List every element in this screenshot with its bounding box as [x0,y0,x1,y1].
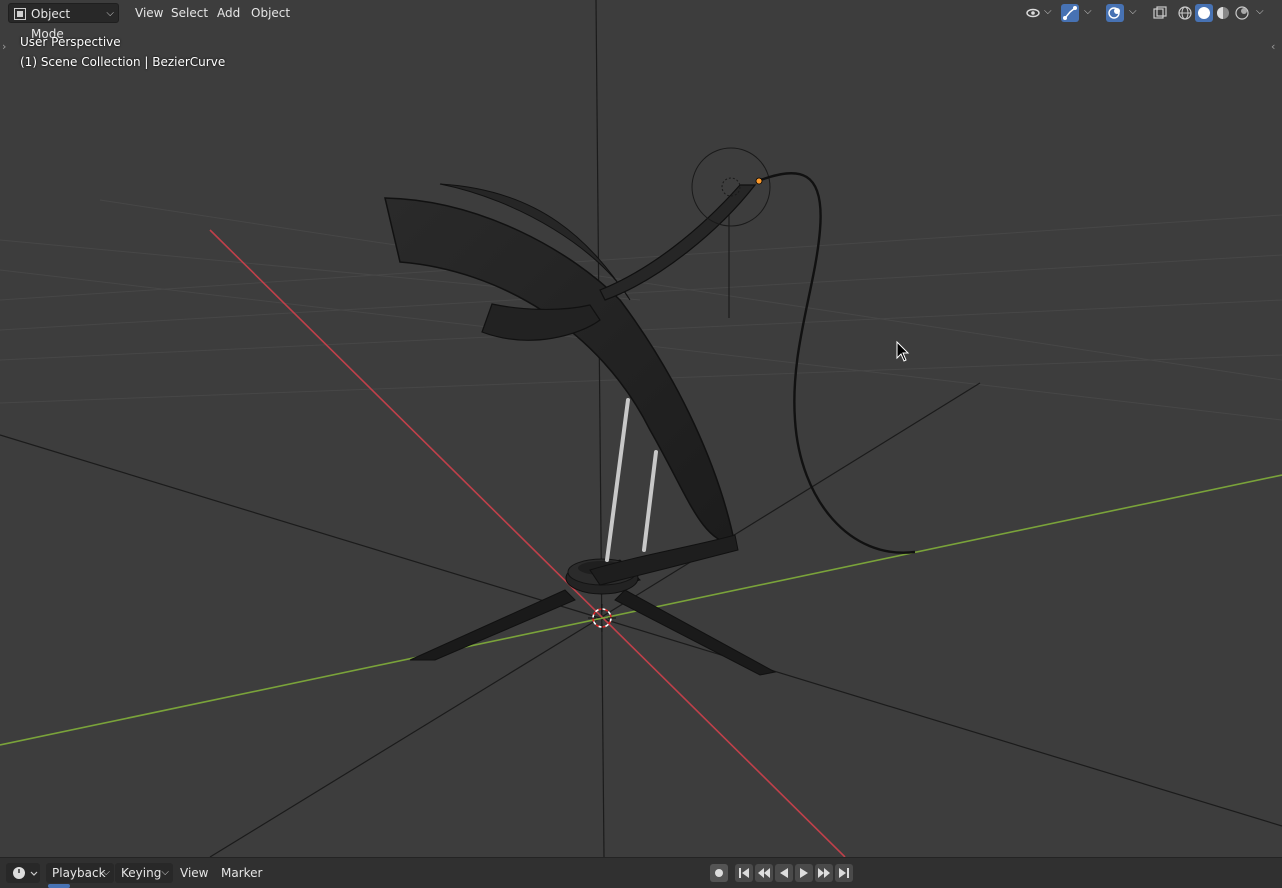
play-icon [800,868,808,878]
rendered-shading-icon[interactable] [1233,4,1251,22]
timeline-header: Playback ⌵ Keying ⌵ View Marker [0,857,1282,888]
overlay-icon[interactable] [1106,4,1124,22]
timeline-menu-view[interactable]: View [174,863,214,883]
keying-label: Keying [121,866,162,880]
jump-start-button[interactable] [735,864,753,882]
viewport-header: Object Mode ⌵ View Select Add Object ⌵ ⌵… [0,0,1282,41]
selected-origin-point[interactable] [755,177,763,185]
timeline-menu-marker[interactable]: Marker [215,863,268,883]
clock-icon [13,867,38,879]
menu-add[interactable]: Add [211,3,246,23]
jump-start-icon [739,868,749,878]
chevron-down-icon[interactable]: ⌵ [1084,6,1092,17]
editor-type-dropdown[interactable] [6,863,40,883]
view-name-label: User Perspective [20,35,121,49]
visibility-eye-icon[interactable] [1025,4,1043,22]
playback-label: Playback [52,866,106,880]
scene-render[interactable] [0,0,1282,857]
play-reverse-button[interactable] [775,864,793,882]
toolbar-expand-arrow-icon[interactable]: › [2,40,6,53]
material-shading-icon[interactable] [1214,4,1232,22]
perspective-lines [0,0,1282,857]
chevron-down-icon[interactable]: ⌵ [1256,6,1264,17]
playback-dropdown[interactable]: Playback ⌵ [46,863,114,883]
chevron-down-icon: ⌵ [161,867,169,878]
play-reverse-icon [780,868,788,878]
record-button[interactable] [710,864,728,882]
3d-viewport[interactable]: Object Mode ⌵ View Select Add Object ⌵ ⌵… [0,0,1282,857]
collection-info-label: (1) Scene Collection | BezierCurve [20,55,226,69]
chevron-down-icon: ⌵ [106,8,114,19]
area-scroll-tab[interactable] [48,884,70,888]
gizmo-icon[interactable] [1061,4,1079,22]
chevron-down-icon: ⌵ [102,867,110,878]
object-mode-icon [14,8,26,20]
light-gizmo[interactable] [691,147,771,227]
keying-dropdown[interactable]: Keying ⌵ [115,863,173,883]
menu-view[interactable]: View [129,3,169,23]
jump-end-button[interactable] [835,864,853,882]
wireframe-shading-icon[interactable] [1176,4,1194,22]
play-button[interactable] [795,864,813,882]
lamp-neck [599,184,757,301]
sidebar-expand-arrow-icon[interactable]: ‹ [1271,40,1275,53]
chevron-down-icon[interactable]: ⌵ [1044,6,1052,17]
xray-icon[interactable] [1151,4,1169,22]
prev-keyframe-icon [758,868,770,878]
mode-dropdown[interactable]: Object Mode ⌵ [8,3,119,41]
next-keyframe-button[interactable] [815,864,833,882]
next-keyframe-icon [818,868,830,878]
jump-end-icon [839,868,849,878]
menu-object[interactable]: Object [245,3,296,23]
record-icon [715,869,723,877]
prev-keyframe-button[interactable] [755,864,773,882]
menu-select[interactable]: Select [165,3,214,23]
chevron-down-icon[interactable]: ⌵ [1129,6,1137,17]
bezier-curve[interactable] [757,172,916,554]
solid-shading-icon[interactable] [1195,4,1213,22]
mouse-cursor-icon [896,340,910,362]
